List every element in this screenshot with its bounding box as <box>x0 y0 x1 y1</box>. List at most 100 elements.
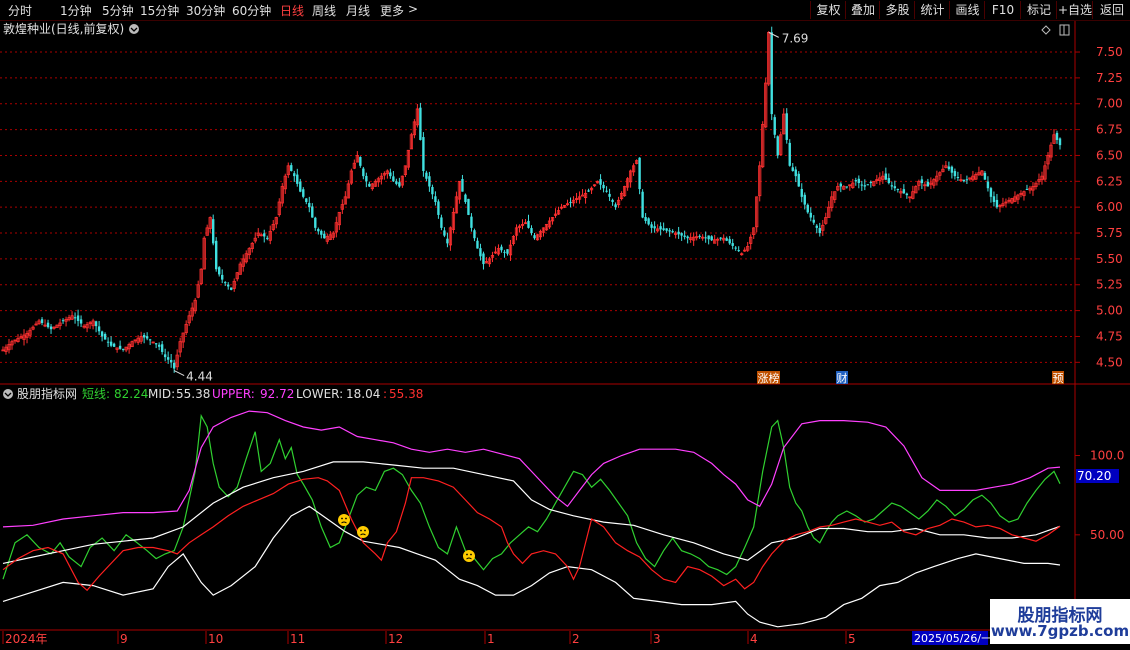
ind-tick-label-1: 100.0 <box>1090 449 1124 463</box>
candle-body <box>323 233 326 239</box>
candle-body <box>79 319 83 324</box>
candle-body <box>227 284 230 287</box>
candle-body <box>986 181 990 189</box>
candle-body <box>296 174 299 184</box>
candle-body <box>145 336 149 339</box>
candle-body <box>668 230 671 232</box>
candle-body <box>46 322 50 328</box>
candle-body <box>389 172 392 177</box>
diamond-icon <box>1041 25 1051 35</box>
candle-body <box>479 248 482 257</box>
candle-body <box>653 226 656 229</box>
candle-body <box>169 359 173 363</box>
lower-line <box>2 505 1061 628</box>
candles <box>1 26 1062 373</box>
date-label-6: 2 <box>572 632 580 646</box>
date-label-5: 1 <box>487 632 495 646</box>
smiley-eye-l-1 <box>360 529 362 532</box>
candle-body <box>224 282 227 284</box>
smiley-eye-l-0 <box>341 517 343 520</box>
candle-body <box>605 190 608 192</box>
candle-body <box>40 319 44 324</box>
candle-body <box>434 196 437 202</box>
candle-body <box>803 194 806 205</box>
candle-body <box>662 228 665 230</box>
candle-body <box>854 180 858 182</box>
date-label-2: 10 <box>208 632 223 646</box>
candle-body <box>443 230 446 236</box>
candle-body <box>719 237 722 239</box>
upper-line <box>2 410 1061 528</box>
watermark-url: www.7gpzb.com <box>990 622 1130 640</box>
candle-body <box>97 326 101 332</box>
current-value-label: 70.20 <box>1077 469 1111 483</box>
candle-body <box>154 343 158 345</box>
candle-body <box>965 179 969 181</box>
candle-body <box>362 168 365 177</box>
candle-body <box>317 229 320 232</box>
candle-body <box>440 217 443 228</box>
max-price-label: 7.69 <box>782 31 809 45</box>
candle-body <box>995 199 999 208</box>
candle-body <box>902 189 906 194</box>
candle-body <box>602 184 605 189</box>
date-label-7: 3 <box>653 632 661 646</box>
candle-body <box>863 185 867 187</box>
smiley-icon-2 <box>463 550 475 562</box>
smiley-icon-0 <box>338 514 350 526</box>
candle-body <box>896 189 900 191</box>
candle-body <box>533 235 536 239</box>
candle-body <box>860 184 864 186</box>
candle-body <box>647 218 650 225</box>
mid-line <box>2 461 1061 564</box>
badge-3: 预 <box>1053 372 1064 385</box>
date-label-3: 11 <box>290 632 305 646</box>
candle-body <box>728 239 731 244</box>
candle-body <box>776 136 779 156</box>
price-tick-label-3: 5.25 <box>1096 278 1123 292</box>
candle-body <box>392 176 395 182</box>
candle-body <box>989 188 993 197</box>
chart-canvas: 4.50 4.75 5.00 5.25 5.50 5.75 6.00 6.25 6.50 6.75… <box>0 21 1130 646</box>
smiley-eye-r-2 <box>470 553 472 556</box>
candle-body <box>425 172 428 179</box>
candle-body <box>857 178 861 184</box>
candle-body <box>734 247 737 249</box>
min-price-label: 4.44 <box>186 370 213 384</box>
price-tick-label-10: 7.00 <box>1096 97 1123 111</box>
candle-body <box>866 184 870 186</box>
candle-body <box>788 142 791 166</box>
candle-body <box>320 230 323 235</box>
candle-body <box>677 231 680 235</box>
candle-body <box>482 253 485 265</box>
candle-body <box>704 237 707 239</box>
candle-body <box>215 240 218 270</box>
candle-body <box>710 236 713 241</box>
candle-body <box>580 194 585 197</box>
candle-body <box>61 320 65 322</box>
smiley-eye-r-0 <box>345 517 347 520</box>
date-box-label: 2025/05/26/一 <box>914 632 992 645</box>
candle-body <box>983 172 987 180</box>
candle-body <box>725 238 728 241</box>
candle-body <box>148 339 152 341</box>
candle-body <box>395 181 398 184</box>
upper-value: 92.72 <box>260 387 294 401</box>
candle-body <box>794 169 797 177</box>
mid-value: 55.38 <box>176 387 210 401</box>
candle-body <box>644 217 647 221</box>
candle-body <box>94 321 98 327</box>
candle-body <box>428 176 431 187</box>
price-tick-label-11: 7.25 <box>1096 71 1123 85</box>
candle-body <box>893 186 897 189</box>
candle-body <box>950 166 954 173</box>
candle-body <box>431 187 434 195</box>
candle-body <box>680 233 683 236</box>
candle-body <box>800 188 803 197</box>
candle-body <box>686 236 689 239</box>
price-tick-label-1: 4.75 <box>1096 329 1123 343</box>
candle-body <box>791 167 794 171</box>
date-label-4: 12 <box>388 632 403 646</box>
candle-body <box>527 220 530 228</box>
candle-body <box>121 348 125 350</box>
